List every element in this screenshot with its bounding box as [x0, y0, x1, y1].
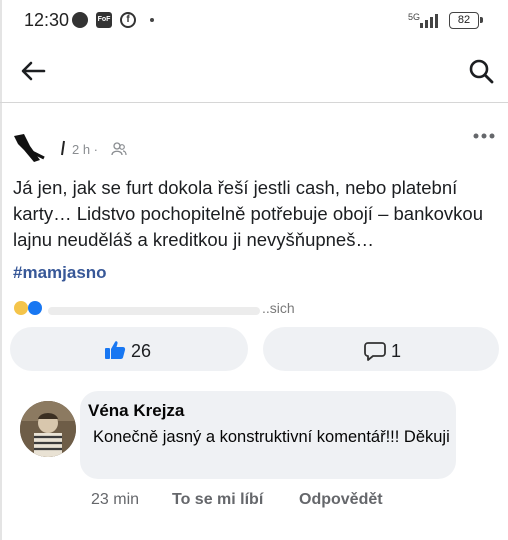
more-notifications-dot: [150, 18, 154, 22]
search-icon[interactable]: [468, 58, 494, 84]
haha-reaction-icon[interactable]: [14, 301, 28, 315]
reactions-summary-tail: ..sich: [262, 300, 295, 316]
status-clock: 12:30: [24, 10, 70, 30]
network-type-label: 5G: [408, 12, 421, 22]
post-author-avatar[interactable]: [10, 130, 50, 164]
signal-strength-icon: [420, 14, 442, 28]
comment-text: Konečně jasný a konstruktivní komentář!!…: [93, 428, 450, 446]
comment-author[interactable]: Véna Krejza: [88, 401, 184, 421]
battery-tip: [480, 17, 483, 23]
status-bar: 12:30 FoF f 5G 82: [0, 0, 508, 40]
arrow-left-icon[interactable]: [20, 60, 46, 82]
notification-icon: [72, 12, 88, 28]
thumbs-up-icon: [104, 340, 126, 360]
more-horizontal-icon[interactable]: [472, 128, 496, 140]
comment-timestamp: 23 min: [91, 491, 140, 508]
screen-edge: [0, 0, 2, 540]
comment-like-link[interactable]: To se mi líbí: [172, 491, 263, 509]
shield-notification-icon: FoF: [96, 12, 112, 28]
battery-icon: 82: [449, 12, 479, 29]
post-text: Já jen, jak se furt dokola řeší jestli c…: [13, 177, 483, 250]
post-timestamp[interactable]: 2 h ·: [72, 142, 98, 157]
post-author-name[interactable]: [60, 140, 66, 156]
friends-icon: [111, 142, 127, 156]
facebook-notification-icon: f: [120, 12, 136, 28]
comment-bubble-icon: [364, 341, 386, 361]
commenter-avatar[interactable]: [20, 401, 76, 457]
reactions-summary[interactable]: [48, 307, 260, 315]
comment-count: 1: [391, 341, 402, 361]
post-hashtag[interactable]: #mamjasno: [13, 263, 107, 283]
like-count: 26: [131, 341, 152, 361]
like-button[interactable]: [10, 327, 248, 371]
header-divider: [0, 102, 508, 103]
comment-reply-link[interactable]: Odpovědět: [299, 491, 383, 509]
like-reaction-icon[interactable]: [28, 301, 42, 315]
